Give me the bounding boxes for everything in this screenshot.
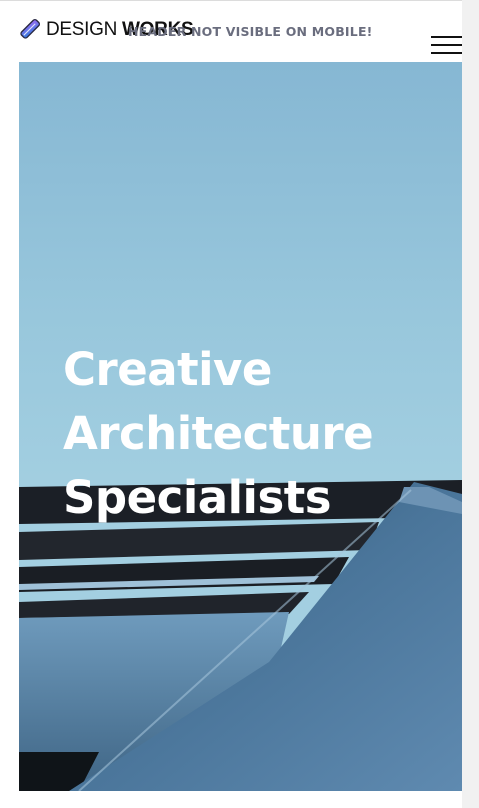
mobile-notice-text: HEADER NOT VISIBLE ON MOBILE! [128, 24, 373, 39]
hamburger-menu-icon[interactable] [431, 36, 462, 56]
pen-logo-icon [20, 18, 41, 39]
hero-section: Creative Architecture Specialists [19, 62, 462, 791]
menu-line [431, 44, 462, 46]
menu-line [431, 52, 462, 54]
site-header: DESIGN WORKS HEADER NOT VISIBLE ON MOBIL… [0, 1, 462, 62]
menu-line [431, 36, 462, 38]
hero-title: Creative Architecture Specialists [63, 338, 443, 530]
hero-title-line: Specialists [63, 471, 332, 524]
hero-title-line: Architecture [63, 407, 374, 460]
hero-title-line: Creative [63, 343, 272, 396]
logo-text-light: DESIGN [46, 18, 118, 40]
scrollbar[interactable] [462, 0, 479, 808]
